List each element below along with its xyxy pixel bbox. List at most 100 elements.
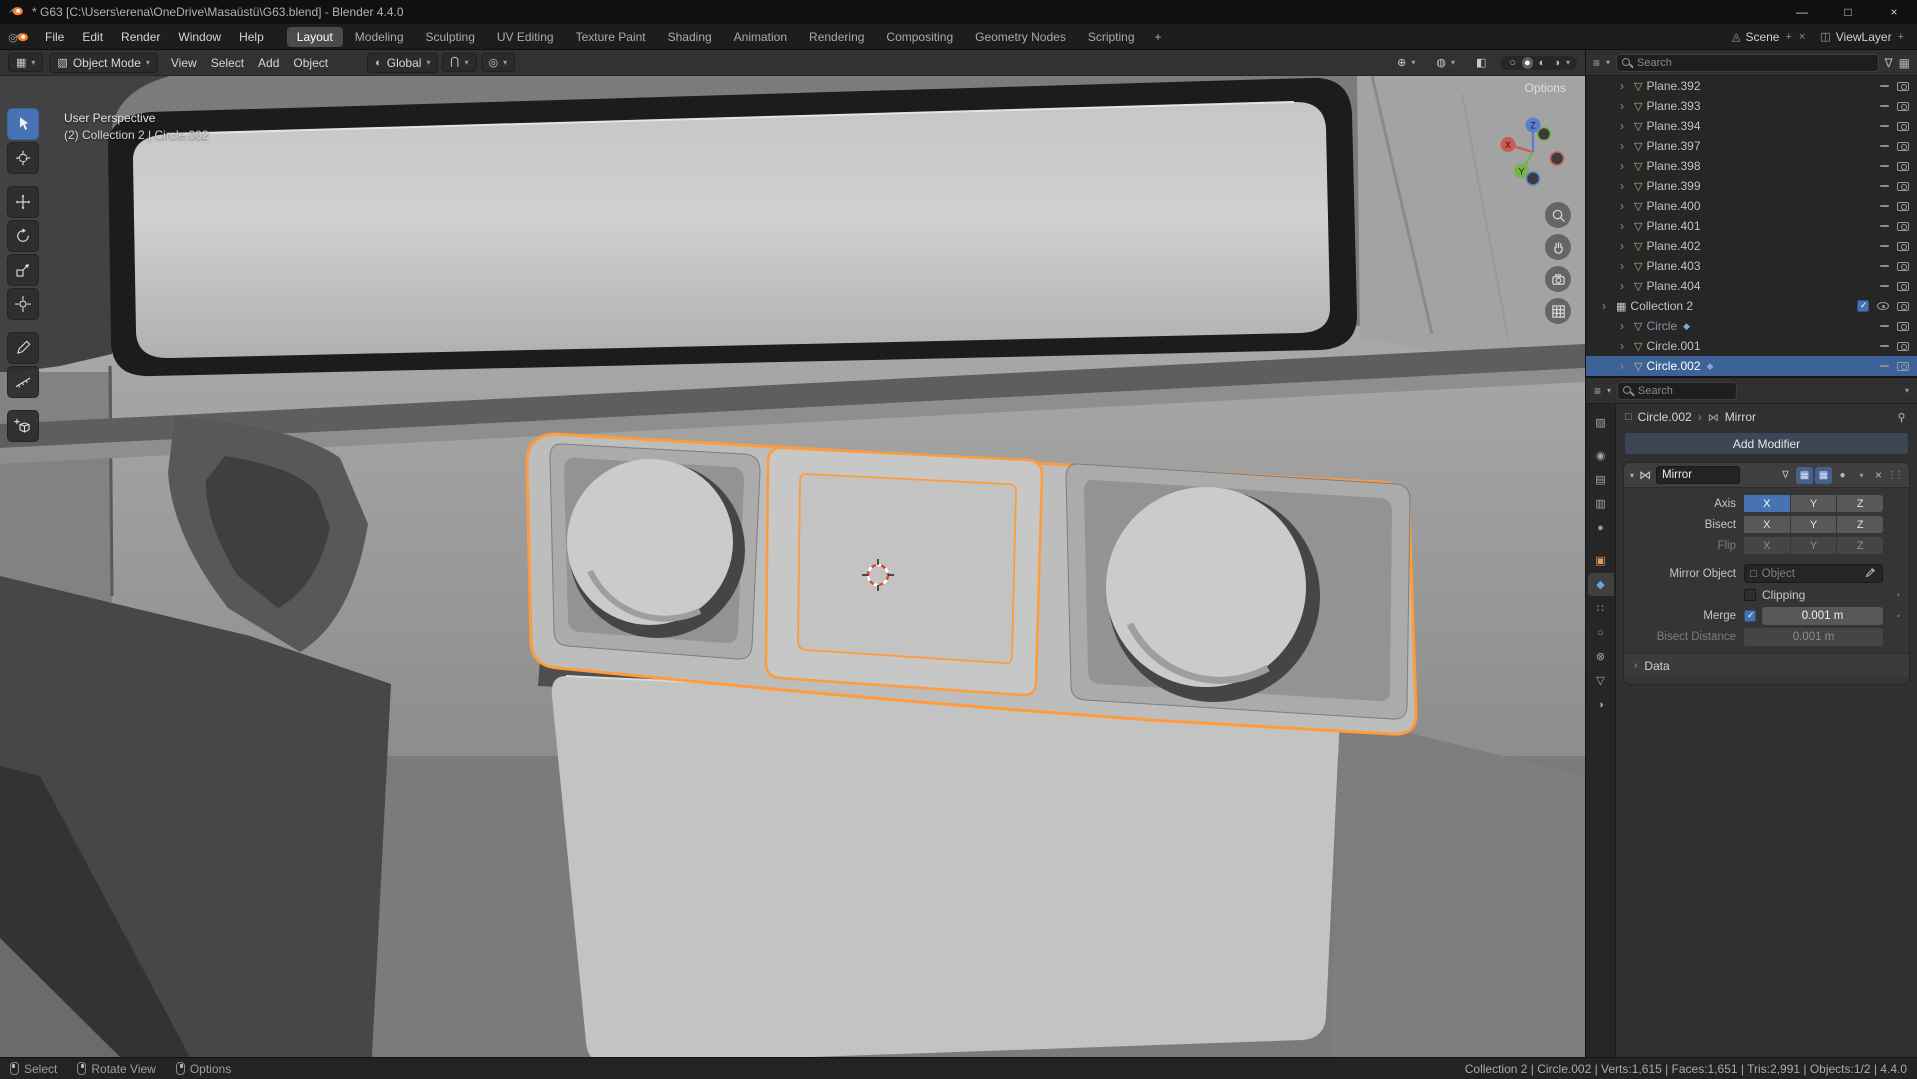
show-gizmo-toggle[interactable]: ⊕ ▾ [1390, 54, 1422, 71]
outliner-search-input[interactable] [1637, 56, 1878, 69]
expand-arrow-icon[interactable]: › [1602, 299, 1612, 313]
object-name[interactable]: Plane.400 [1646, 199, 1700, 213]
pan-button[interactable] [1545, 234, 1571, 260]
edit-mode-toggle[interactable]: ∇ [1777, 467, 1794, 484]
expand-arrow-icon[interactable]: › [1620, 119, 1630, 133]
axis-toggle-button[interactable]: Z [1837, 495, 1884, 512]
properties-tab[interactable]: ▽ [1588, 669, 1614, 692]
object-name[interactable]: Plane.398 [1646, 159, 1700, 173]
properties-search-input[interactable] [1638, 384, 1737, 397]
object-name[interactable]: Plane.394 [1646, 119, 1700, 133]
new-scene-icon[interactable]: + [1784, 31, 1792, 43]
navigation-gizmo[interactable]: Z X Y [1493, 112, 1573, 195]
hide-eye-icon[interactable] [1880, 345, 1889, 347]
solid-shading-button[interactable]: ● [1522, 56, 1533, 69]
material-shading-button[interactable]: ◐ [1537, 57, 1548, 69]
remove-modifier-button[interactable]: × [1872, 468, 1885, 482]
properties-tab[interactable]: ⊗ [1588, 645, 1614, 668]
outliner-row[interactable]: › ▽ Circle.001 [1586, 336, 1917, 356]
camera-view-button[interactable] [1545, 266, 1571, 292]
measure-tool[interactable] [7, 366, 39, 398]
disable-render-icon[interactable] [1897, 301, 1909, 311]
modifier-header[interactable]: ▾ ⋈ ∇ ▦ ▦ ● ▾ × ⋮⋮ [1624, 463, 1909, 488]
tweak-select-tool[interactable] [7, 108, 39, 140]
add-cube-tool[interactable] [7, 410, 39, 442]
hide-eye-icon[interactable] [1880, 125, 1889, 127]
expand-arrow-icon[interactable]: › [1620, 219, 1630, 233]
show-overlays-toggle[interactable]: ◍ ▾ [1429, 54, 1462, 71]
menu-item[interactable]: Edit [73, 27, 112, 47]
outliner-row[interactable]: › ▽ Plane.401 [1586, 216, 1917, 236]
axis-toggle-button[interactable]: Y [1790, 495, 1837, 512]
outliner-row[interactable]: › ▽ Plane.404 [1586, 276, 1917, 296]
extras-menu-button[interactable]: ▾ [1853, 467, 1870, 484]
flip-toggle-button[interactable]: X [1744, 537, 1790, 554]
wireframe-shading-button[interactable]: ○ [1507, 57, 1518, 69]
outliner-row[interactable]: › ▽ Plane.397 [1586, 136, 1917, 156]
properties-tab[interactable]: ● [1588, 516, 1614, 539]
minimize-button[interactable]: — [1779, 0, 1825, 24]
breadcrumb-object[interactable]: Circle.002 [1638, 410, 1692, 424]
expand-arrow-icon[interactable]: › [1620, 279, 1630, 293]
camera-display-toggle[interactable]: ● [1834, 467, 1851, 484]
disable-render-icon[interactable] [1897, 181, 1909, 191]
hide-eye-icon[interactable] [1880, 85, 1889, 87]
collapse-arrow-icon[interactable]: ▾ [1630, 471, 1634, 480]
hide-eye-icon[interactable] [1880, 325, 1889, 327]
editor-type-button[interactable]: ▦ ▾ [8, 53, 44, 72]
object-name[interactable]: Plane.401 [1646, 219, 1700, 233]
hide-eye-icon[interactable] [1880, 265, 1889, 267]
expand-arrow-icon[interactable]: › [1620, 239, 1630, 253]
viewlayer-selector[interactable]: ◫ ViewLayer + [1820, 30, 1905, 44]
expand-arrow-icon[interactable]: › [1620, 159, 1630, 173]
toggle-perspective-button[interactable] [1545, 298, 1571, 324]
viewport-options-button[interactable]: Options ▾ [1525, 81, 1575, 95]
outliner-row[interactable]: › ▽ Plane.403 [1586, 256, 1917, 276]
object-name[interactable]: Plane.392 [1646, 79, 1700, 93]
properties-tab[interactable]: ◆ [1587, 573, 1614, 596]
object-name[interactable]: Plane.404 [1646, 279, 1700, 293]
viewport-menu-item[interactable]: Object [286, 54, 335, 72]
hide-eye-icon[interactable] [1877, 302, 1889, 310]
pin-icon[interactable] [1895, 411, 1908, 424]
outliner-row[interactable]: › ▽ Plane.399 [1586, 176, 1917, 196]
properties-tab[interactable]: ◉ [1588, 444, 1614, 467]
unlink-scene-icon[interactable]: × [1798, 31, 1806, 43]
hide-eye-icon[interactable] [1880, 185, 1889, 187]
scene-name[interactable]: Scene [1745, 30, 1779, 44]
filter-icon[interactable]: ∇ [1885, 56, 1893, 70]
properties-tab[interactable]: ▥ [1588, 492, 1614, 515]
disable-render-icon[interactable] [1897, 321, 1909, 331]
properties-tab[interactable]: ▣ [1588, 549, 1614, 572]
viewport-3d[interactable]: ▦ ▾ ▧ Object Mode ▾ View Select Add Object … [0, 50, 1585, 1057]
menu-item[interactable]: Window [169, 27, 230, 47]
workspace-tab[interactable]: Geometry Nodes [965, 27, 1076, 47]
disable-render-icon[interactable] [1897, 361, 1909, 371]
properties-search[interactable] [1617, 381, 1738, 400]
flip-toggle-button[interactable]: Y [1790, 537, 1837, 554]
realtime-display-toggle[interactable]: ▦ [1795, 466, 1813, 484]
maximize-button[interactable]: □ [1825, 0, 1871, 24]
expand-arrow-icon[interactable]: › [1620, 199, 1630, 213]
modifier-name-field[interactable] [1656, 466, 1741, 484]
properties-tab[interactable]: ◑ [1588, 693, 1614, 716]
hide-eye-icon[interactable] [1880, 105, 1889, 107]
axis-toggle-button[interactable]: X [1744, 495, 1790, 512]
outliner-row[interactable]: › ▽ Plane.402 [1586, 236, 1917, 256]
object-name[interactable]: Plane.402 [1646, 239, 1700, 253]
scene-selector[interactable]: ◬ Scene + × [1732, 30, 1806, 44]
object-name[interactable]: Circle.002 [1646, 359, 1700, 373]
hide-eye-icon[interactable] [1880, 165, 1889, 167]
outliner-row[interactable]: › ▽ Plane.394 [1586, 116, 1917, 136]
animate-dot-icon[interactable]: • [1897, 611, 1900, 621]
expand-arrow-icon[interactable]: › [1620, 259, 1630, 273]
workspace-tab[interactable]: Layout [286, 26, 343, 47]
expand-arrow-icon[interactable]: › [1620, 79, 1630, 93]
object-name[interactable]: Plane.397 [1646, 139, 1700, 153]
outliner-row[interactable]: › ▦ Collection 2 [1586, 296, 1917, 316]
hide-eye-icon[interactable] [1880, 205, 1889, 207]
workspace-tab[interactable]: Compositing [876, 27, 963, 47]
outliner-row[interactable]: › ▽ Plane.398 [1586, 156, 1917, 176]
xray-toggle[interactable]: ◧ [1469, 54, 1493, 71]
properties-tab[interactable]: ▨ [1588, 411, 1614, 434]
